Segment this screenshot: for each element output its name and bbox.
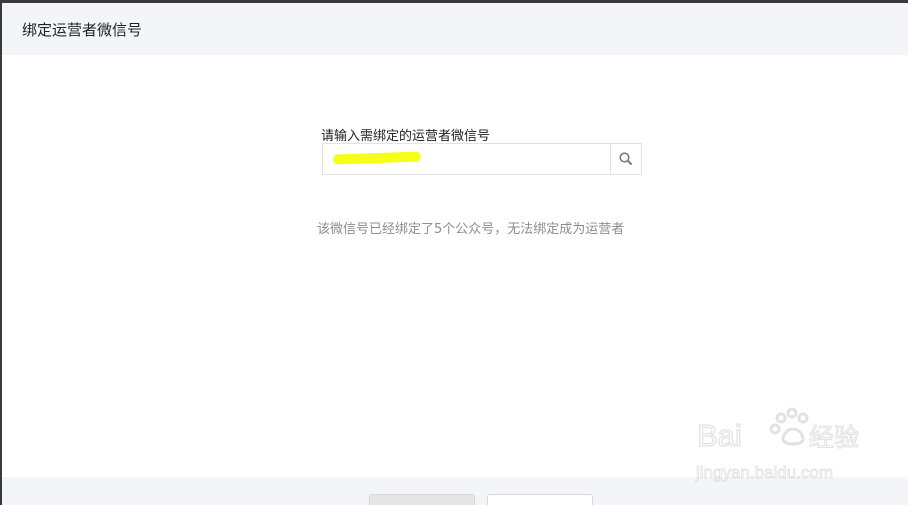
svg-text:jingyan.baidu.com: jingyan.baidu.com — [695, 463, 833, 482]
dialog-header: 绑定运营者微信号 — [2, 3, 908, 55]
dialog-title: 绑定运营者微信号 — [22, 20, 143, 39]
svg-text:经验: 经验 — [809, 423, 859, 452]
wechat-search-box — [322, 143, 642, 175]
bind-status-message: 该微信号已经绑定了5个公众号，无法绑定成为运营者 — [317, 222, 625, 237]
confirm-button[interactable] — [369, 494, 475, 505]
search-icon — [619, 152, 633, 166]
search-input-wrap — [323, 144, 610, 174]
search-button[interactable] — [610, 144, 641, 174]
baidu-jingyan-watermark: Bai 经验 jingyan.baidu.com — [695, 407, 860, 482]
wechat-id-label: 请输入需绑定的运营者微信号 — [321, 129, 491, 144]
cancel-button[interactable] — [487, 494, 593, 505]
svg-text:Bai: Bai — [697, 418, 742, 453]
